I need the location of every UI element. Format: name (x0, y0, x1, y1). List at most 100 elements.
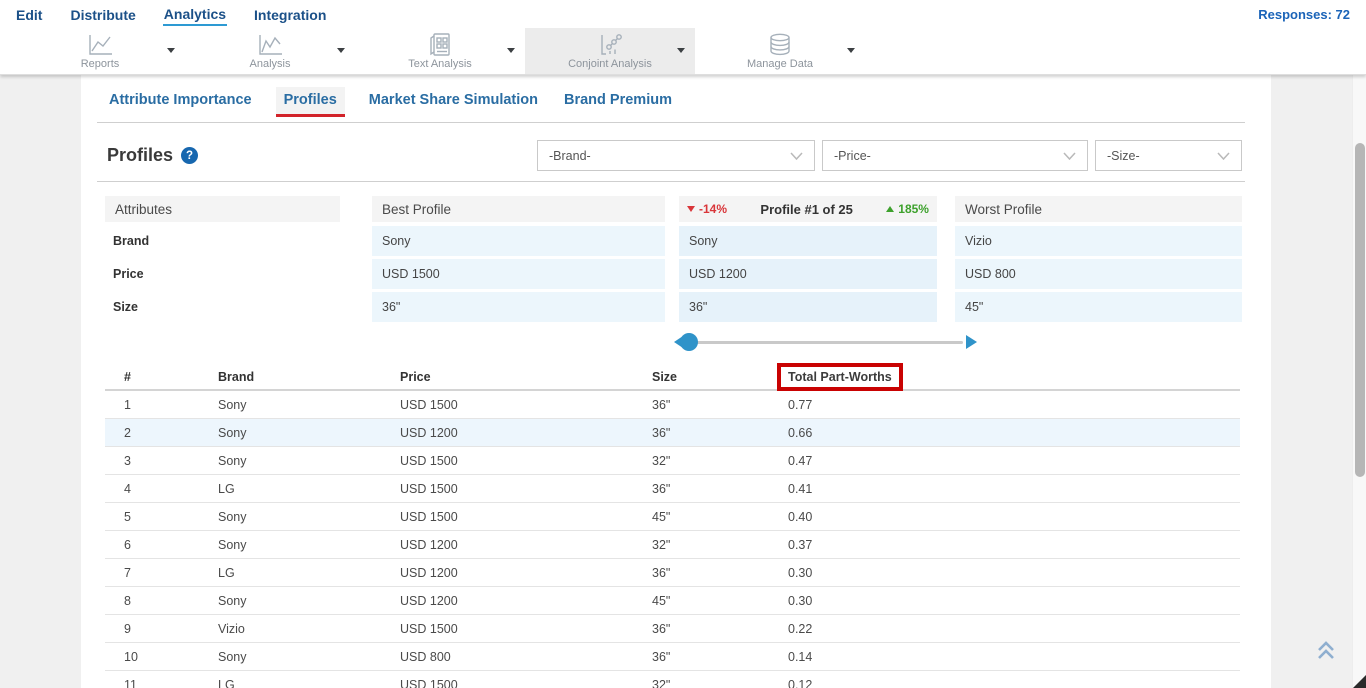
toolbar-group-label: Analysis (250, 58, 291, 70)
table-cell: 0.30 (788, 594, 1240, 608)
table-cell: 11 (124, 678, 218, 688)
attributes-column: Attributes Brand Price Size (105, 196, 340, 325)
best-profile-value: Sony (372, 226, 665, 256)
tab-market-share-simulation[interactable]: Market Share Simulation (367, 87, 540, 117)
brand-filter-value: -Brand- (549, 149, 591, 163)
current-profile-column: -14% Profile #1 of 25 185% Sony USD 1200… (679, 196, 937, 325)
table-cell: 0.37 (788, 538, 1240, 552)
table-cell: 4 (124, 482, 218, 496)
price-filter-value: -Price- (834, 149, 871, 163)
attribute-label: Size (105, 292, 340, 322)
table-cell: 36" (652, 398, 788, 412)
trend-chart-icon (255, 32, 285, 57)
table-cell: 5 (124, 510, 218, 524)
menu-item-edit[interactable]: Edit (15, 4, 43, 25)
help-icon[interactable]: ? (181, 147, 198, 164)
worst-profile-value: USD 800 (955, 259, 1242, 289)
caret-down-icon[interactable] (677, 48, 685, 53)
caret-down-icon[interactable] (847, 48, 855, 53)
toolbar-group-reports[interactable]: Reports (15, 28, 185, 74)
conjoint-chart-icon (595, 32, 625, 57)
table-cell: Sony (218, 398, 400, 412)
toolbar-group-manage-data[interactable]: Manage Data (695, 28, 865, 74)
size-filter-value: -Size- (1107, 149, 1140, 163)
current-profile-value: 36" (679, 292, 937, 322)
table-cell: Sony (218, 538, 400, 552)
table-cell: 32" (652, 538, 788, 552)
table-cell: 45" (652, 510, 788, 524)
table-row[interactable]: 4LGUSD 150036"0.41 (105, 475, 1240, 503)
slider-track[interactable] (685, 341, 963, 344)
table-cell: 36" (652, 650, 788, 664)
tab-brand-premium[interactable]: Brand Premium (562, 87, 674, 117)
table-cell: USD 1500 (400, 510, 652, 524)
toolbar-group-conjoint-analysis[interactable]: Conjoint Analysis (525, 28, 695, 74)
column-header-number: # (124, 370, 218, 384)
tab-profiles[interactable]: Profiles (276, 87, 345, 117)
table-cell: 7 (124, 566, 218, 580)
table-row[interactable]: 2SonyUSD 120036"0.66 (105, 419, 1240, 447)
scroll-to-top-button[interactable] (1314, 640, 1340, 664)
table-row[interactable]: 5SonyUSD 150045"0.40 (105, 503, 1240, 531)
table-cell: LG (218, 566, 400, 580)
current-profile-value: Sony (679, 226, 937, 256)
triangle-up-icon (886, 206, 894, 212)
toolbar-group-text-analysis[interactable]: Text Analysis (355, 28, 525, 74)
table-row[interactable]: 10SonyUSD 80036"0.14 (105, 643, 1240, 671)
divider (97, 181, 1245, 182)
table-cell: Sony (218, 510, 400, 524)
section-heading: Profiles ? (107, 145, 198, 166)
toolbar-group-label: Manage Data (747, 58, 813, 70)
profile-slider[interactable] (679, 332, 969, 352)
page-background: Attribute Importance Profiles Market Sha… (0, 75, 1366, 688)
scrollbar[interactable] (1352, 75, 1366, 688)
table-cell: 45" (652, 594, 788, 608)
menu-item-integration[interactable]: Integration (253, 4, 327, 25)
scrollbar-thumb[interactable] (1355, 143, 1365, 477)
profiles-table: # Brand Price Size Total Part-Worths 1So… (105, 363, 1240, 688)
column-header-price: Price (400, 370, 652, 384)
size-filter-dropdown[interactable]: -Size- (1095, 140, 1242, 171)
table-row[interactable]: 8SonyUSD 120045"0.30 (105, 587, 1240, 615)
table-row[interactable]: 9VizioUSD 150036"0.22 (105, 615, 1240, 643)
caret-down-icon[interactable] (507, 48, 515, 53)
column-header-brand: Brand (218, 370, 400, 384)
caret-down-icon[interactable] (337, 48, 345, 53)
chevron-down-icon (1217, 152, 1230, 160)
best-profile-value: USD 1500 (372, 259, 665, 289)
current-profile-header: -14% Profile #1 of 25 185% (679, 196, 937, 222)
table-cell: 6 (124, 538, 218, 552)
menu-item-analytics[interactable]: Analytics (163, 3, 227, 26)
best-profile-column: Best Profile Sony USD 1500 36" (372, 196, 665, 325)
slider-handle[interactable] (680, 333, 698, 351)
table-cell: USD 1500 (400, 482, 652, 496)
table-cell: USD 1200 (400, 594, 652, 608)
table-cell: Sony (218, 426, 400, 440)
table-cell: USD 1500 (400, 622, 652, 636)
menu-items: Edit Distribute Analytics Integration (15, 3, 327, 26)
increase-badge: 185% (886, 202, 929, 216)
toolbar-group-analysis[interactable]: Analysis (185, 28, 355, 74)
price-filter-dropdown[interactable]: -Price- (822, 140, 1088, 171)
slider-next-arrow-icon[interactable] (966, 335, 977, 349)
resize-grip-icon (1353, 675, 1366, 688)
chevron-down-icon (790, 152, 803, 160)
worst-profile-value: Vizio (955, 226, 1242, 256)
menu-item-distribute[interactable]: Distribute (69, 4, 136, 25)
attribute-label: Price (105, 259, 340, 289)
table-row[interactable]: 11LGUSD 150032"0.12 (105, 671, 1240, 688)
analytics-toolbar: Reports Analysis (0, 28, 1366, 75)
table-cell: USD 1200 (400, 426, 652, 440)
table-row[interactable]: 7LGUSD 120036"0.30 (105, 559, 1240, 587)
table-row[interactable]: 1SonyUSD 150036"0.77 (105, 391, 1240, 419)
table-row[interactable]: 6SonyUSD 120032"0.37 (105, 531, 1240, 559)
tab-attribute-importance[interactable]: Attribute Importance (107, 87, 254, 117)
table-cell: 0.47 (788, 454, 1240, 468)
decrease-value: -14% (699, 202, 727, 216)
table-cell: 0.22 (788, 622, 1240, 636)
table-row[interactable]: 3SonyUSD 150032"0.47 (105, 447, 1240, 475)
brand-filter-dropdown[interactable]: -Brand- (537, 140, 815, 171)
table-header-row: # Brand Price Size Total Part-Worths (105, 363, 1240, 391)
table-cell: 0.40 (788, 510, 1240, 524)
caret-down-icon[interactable] (167, 48, 175, 53)
